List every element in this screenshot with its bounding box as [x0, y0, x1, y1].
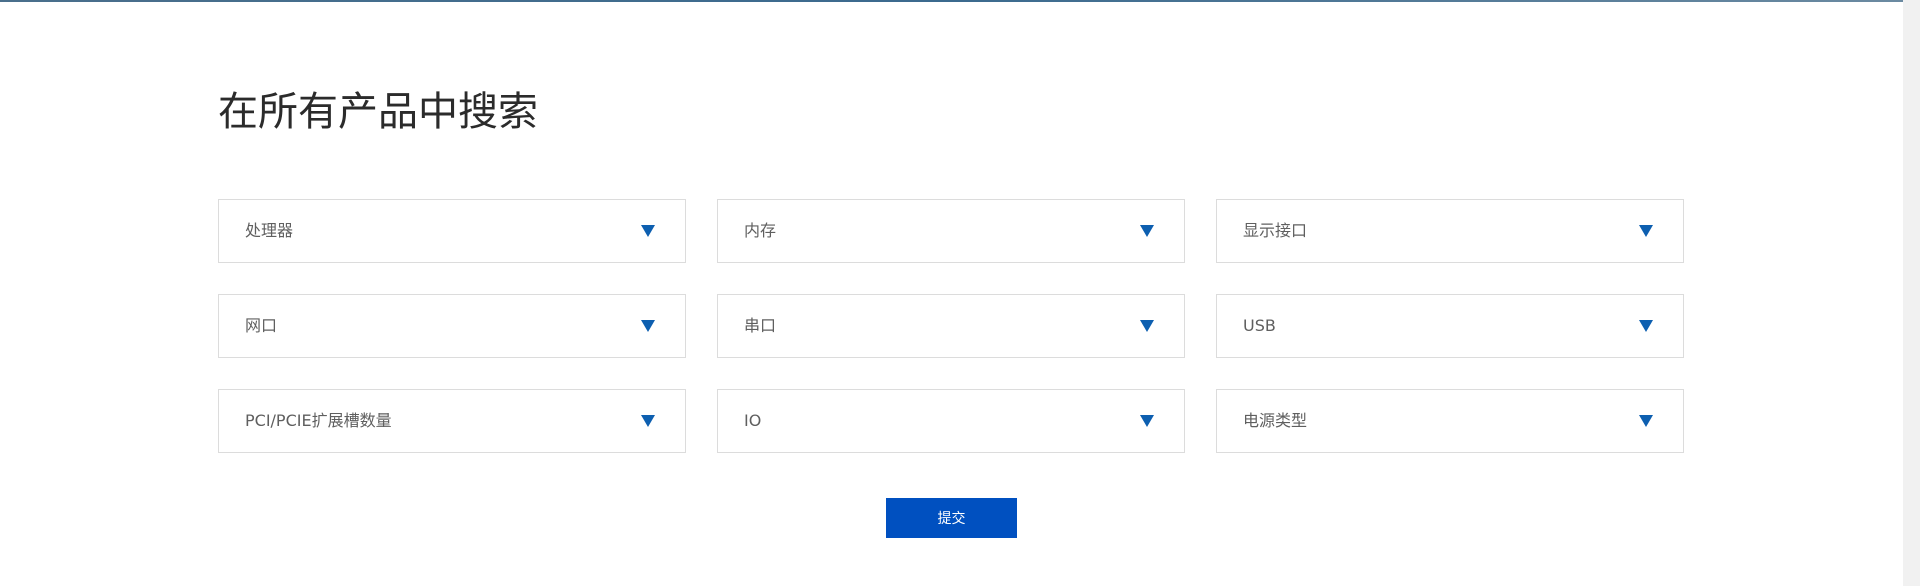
caret-down-icon — [1140, 225, 1154, 237]
filter-display-interface-select[interactable]: 显示接口 — [1216, 199, 1684, 263]
caret-down-icon — [1140, 320, 1154, 332]
scrollbar-track[interactable] — [1903, 0, 1920, 586]
page-title: 在所有产品中搜索 — [218, 89, 538, 135]
filter-label: 网口 — [245, 316, 278, 335]
filter-pci-slots-select[interactable]: PCI/PCIE扩展槽数量 — [218, 389, 686, 453]
caret-down-icon — [1639, 320, 1653, 332]
filter-serial-port-select[interactable]: 串口 — [717, 294, 1185, 358]
filter-memory-select[interactable]: 内存 — [717, 199, 1185, 263]
caret-down-icon — [641, 320, 655, 332]
filter-label: 电源类型 — [1243, 411, 1308, 430]
caret-down-icon — [1639, 415, 1653, 427]
filter-usb-select[interactable]: USB — [1216, 294, 1684, 358]
filter-label: 显示接口 — [1243, 221, 1308, 240]
filter-label: USB — [1243, 316, 1276, 335]
top-accent-line — [0, 0, 1903, 2]
filter-label: IO — [744, 411, 762, 430]
caret-down-icon — [1639, 225, 1653, 237]
filter-label: PCI/PCIE扩展槽数量 — [245, 411, 392, 430]
filter-power-type-select[interactable]: 电源类型 — [1216, 389, 1684, 453]
filter-ethernet-port-select[interactable]: 网口 — [218, 294, 686, 358]
filter-label: 内存 — [744, 221, 777, 240]
filter-io-select[interactable]: IO — [717, 389, 1185, 453]
filter-label: 串口 — [744, 316, 777, 335]
caret-down-icon — [641, 415, 655, 427]
caret-down-icon — [1140, 415, 1154, 427]
filter-label: 处理器 — [245, 221, 294, 240]
submit-button[interactable]: 提交 — [886, 498, 1017, 538]
filter-processor-select[interactable]: 处理器 — [218, 199, 686, 263]
caret-down-icon — [641, 225, 655, 237]
